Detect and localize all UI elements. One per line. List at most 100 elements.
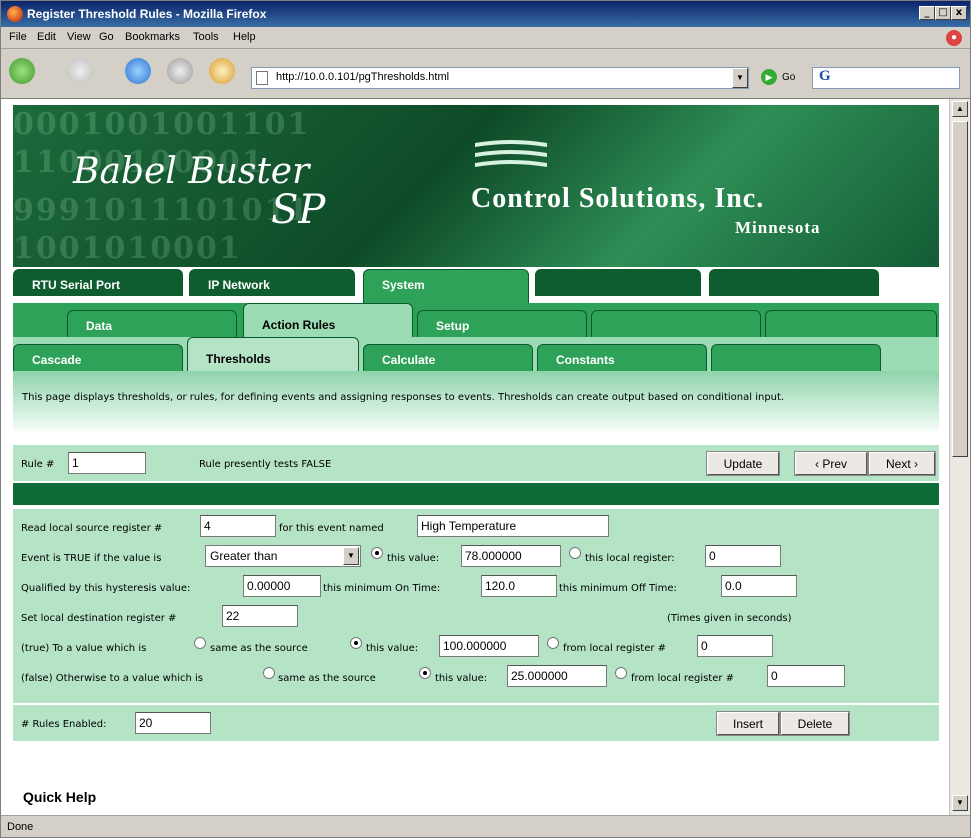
false-this-value-label: this value:: [435, 673, 488, 684]
menu-bar: File Edit View Go Bookmarks Tools Help ●: [1, 27, 970, 49]
condition-select[interactable]: Greater than ▼: [205, 545, 361, 567]
go-label[interactable]: Go: [782, 72, 795, 83]
menu-tools[interactable]: Tools: [193, 31, 219, 43]
false-from-register-label: from local register #: [631, 673, 735, 684]
company-state: Minnesota: [735, 218, 821, 237]
maximize-button[interactable]: □: [935, 6, 951, 20]
this-value-label: this value:: [387, 553, 440, 564]
true-same-radio[interactable]: [194, 637, 206, 649]
event-name-label: for this event named: [279, 523, 384, 534]
true-from-register-radio[interactable]: [547, 637, 559, 649]
tab-rtu-serial-port[interactable]: RTU Serial Port: [13, 269, 183, 296]
vertical-scrollbar[interactable]: ▲ ▼: [949, 99, 970, 815]
tab-empty-1[interactable]: [535, 269, 701, 296]
tab-calculate[interactable]: Calculate: [363, 344, 533, 371]
menu-bookmarks[interactable]: Bookmarks: [125, 31, 180, 43]
stop-icon[interactable]: [167, 58, 193, 84]
minimize-button[interactable]: _: [919, 6, 935, 20]
min-off-input[interactable]: 0.0: [721, 575, 797, 597]
local-register-radio[interactable]: [569, 547, 581, 559]
tab-ip-network[interactable]: IP Network: [189, 269, 355, 296]
go-icon[interactable]: ▶: [761, 69, 777, 85]
hysteresis-input[interactable]: 0.00000: [243, 575, 321, 597]
event-name-input[interactable]: High Temperature: [417, 515, 609, 537]
home-icon[interactable]: [209, 58, 235, 84]
prev-button[interactable]: ‹ Prev: [794, 451, 868, 476]
local-register-input[interactable]: 0: [705, 545, 781, 567]
true-same-label: same as the source: [210, 643, 308, 654]
page-content: 0001001001101 11000100001 9991011101011 …: [1, 99, 949, 815]
insert-button[interactable]: Insert: [716, 711, 780, 736]
tab-empty-2[interactable]: [709, 269, 879, 296]
tab-data[interactable]: Data: [67, 310, 237, 337]
url-dropdown-icon[interactable]: ▼: [732, 68, 748, 88]
false-same-label: same as the source: [278, 673, 376, 684]
menu-view[interactable]: View: [67, 31, 91, 43]
false-from-register-radio[interactable]: [615, 667, 627, 679]
close-button[interactable]: x: [951, 6, 967, 20]
menu-help[interactable]: Help: [233, 31, 256, 43]
tab-row-action-rules: Cascade Thresholds Calculate Constants: [13, 337, 939, 371]
title-bar: Register Threshold Rules - Mozilla Firef…: [1, 1, 970, 27]
this-value-radio[interactable]: [371, 547, 383, 559]
false-same-radio[interactable]: [263, 667, 275, 679]
rule-status-text: Rule presently tests FALSE: [199, 459, 332, 470]
tab-setup[interactable]: Setup: [417, 310, 587, 337]
rule-number-input[interactable]: 1: [68, 452, 146, 474]
rule-form: Read local source register # 4 for this …: [13, 509, 939, 703]
scroll-down-icon[interactable]: ▼: [952, 795, 968, 811]
tab-thresholds[interactable]: Thresholds: [187, 337, 359, 371]
forward-icon[interactable]: [67, 58, 93, 84]
times-note: (Times given in seconds): [667, 613, 792, 624]
rules-enabled-label: # Rules Enabled:: [21, 719, 107, 730]
menu-go[interactable]: Go: [99, 31, 114, 43]
rule-selector-bar: Rule # 1 Rule presently tests FALSE Upda…: [13, 445, 939, 481]
delete-button[interactable]: Delete: [780, 711, 850, 736]
update-button[interactable]: Update: [706, 451, 780, 476]
false-value-input[interactable]: 25.000000: [507, 665, 607, 687]
logo-line-1: Babel Buster: [73, 151, 310, 192]
scroll-thumb[interactable]: [952, 121, 968, 457]
firefox-icon: [7, 6, 23, 22]
true-from-register-input[interactable]: 0: [697, 635, 773, 657]
back-icon[interactable]: [9, 58, 35, 84]
tab-empty-5[interactable]: [711, 344, 881, 371]
reload-icon[interactable]: [125, 58, 151, 84]
false-this-value-radio[interactable]: [419, 667, 431, 679]
banner-texture: 0001001001101: [13, 107, 311, 142]
hysteresis-label: Qualified by this hysteresis value:: [21, 583, 191, 594]
tab-system[interactable]: System: [363, 269, 529, 303]
menu-edit[interactable]: Edit: [37, 31, 56, 43]
true-action-label: (true) To a value which is: [21, 643, 147, 654]
section-divider: [13, 483, 939, 505]
min-on-input[interactable]: 120.0: [481, 575, 557, 597]
condition-label: Event is TRUE if the value is: [21, 553, 162, 564]
menu-file[interactable]: File: [9, 31, 27, 43]
true-value-input[interactable]: 100.000000: [439, 635, 539, 657]
search-box[interactable]: G: [812, 67, 960, 89]
window-title: Register Threshold Rules - Mozilla Firef…: [27, 7, 267, 21]
tab-constants[interactable]: Constants: [537, 344, 707, 371]
tab-action-rules[interactable]: Action Rules: [243, 303, 413, 337]
tab-empty-3[interactable]: [591, 310, 761, 337]
next-button[interactable]: Next ›: [868, 451, 936, 476]
logo-line-2: SP: [271, 187, 326, 233]
google-logo-icon: G: [819, 68, 831, 84]
rules-enabled-input[interactable]: 20: [135, 712, 211, 734]
false-action-label: (false) Otherwise to a value which is: [21, 673, 203, 684]
tab-empty-4[interactable]: [765, 310, 937, 337]
this-value-input[interactable]: 78.000000: [461, 545, 561, 567]
chevron-down-icon: ▼: [343, 547, 359, 565]
source-register-input[interactable]: 4: [200, 515, 276, 537]
destination-register-input[interactable]: 22: [222, 605, 298, 627]
false-from-register-input[interactable]: 0: [767, 665, 845, 687]
true-this-value-radio[interactable]: [350, 637, 362, 649]
tab-label: System: [382, 278, 425, 292]
url-bar[interactable]: http://10.0.0.101/pgThresholds.html: [251, 67, 749, 89]
tab-label: Thresholds: [206, 352, 271, 366]
page-icon: [256, 71, 268, 85]
url-text: http://10.0.0.101/pgThresholds.html: [276, 71, 450, 83]
status-bar: Done: [1, 815, 970, 837]
scroll-up-icon[interactable]: ▲: [952, 101, 968, 117]
tab-cascade[interactable]: Cascade: [13, 344, 183, 371]
